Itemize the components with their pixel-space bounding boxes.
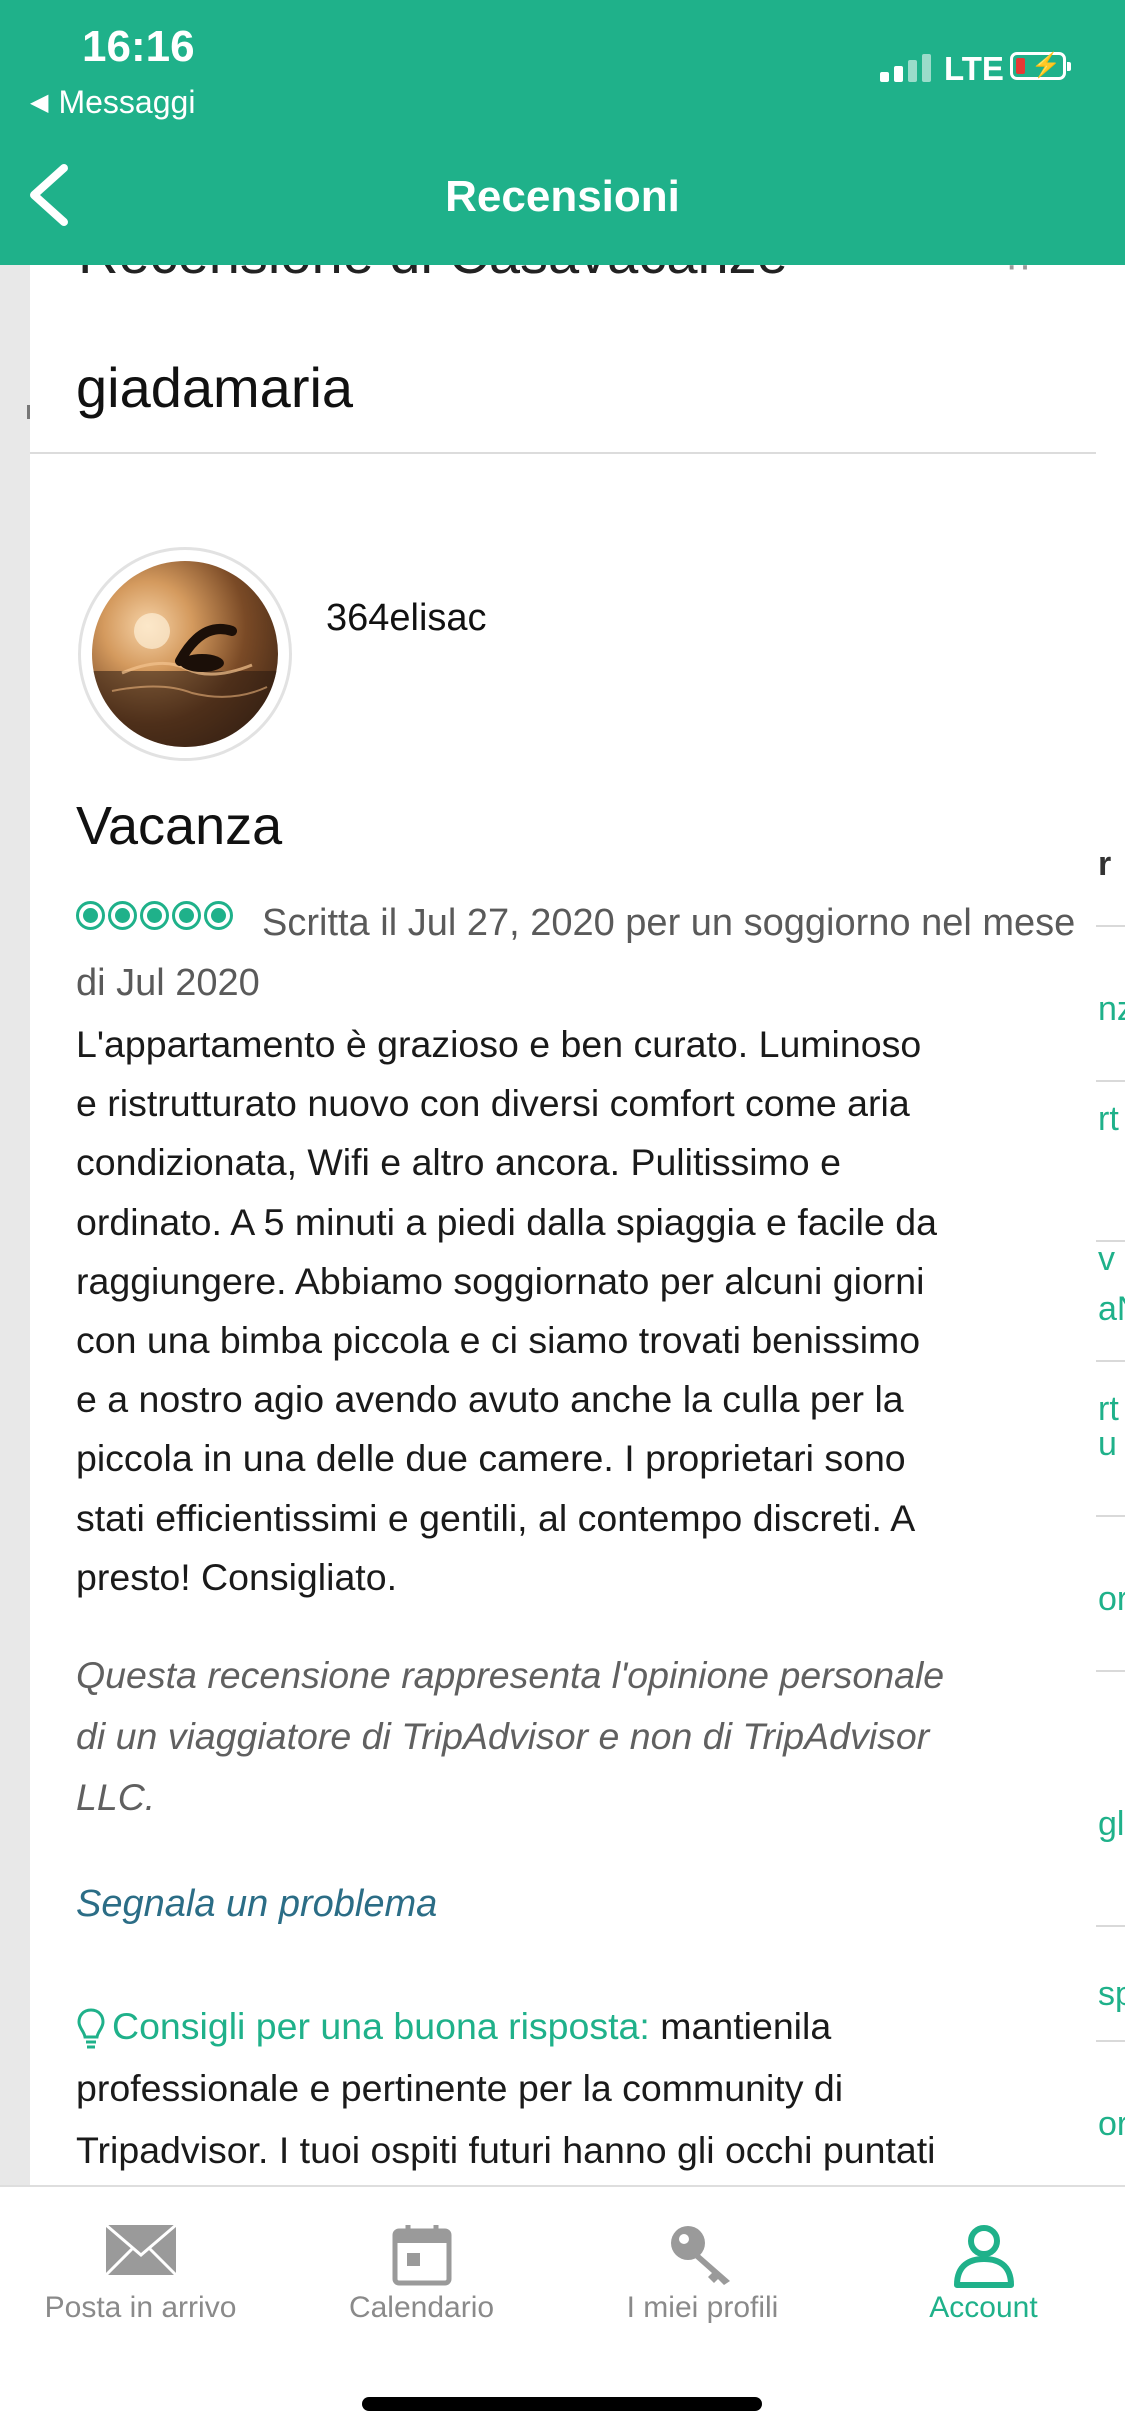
rating-bubble: [76, 901, 105, 930]
rating-bubble: [172, 901, 201, 930]
rating-bubble: [140, 901, 169, 930]
person-icon: [953, 2225, 1014, 2288]
tips-label: Consigli per una buona risposta:: [112, 2005, 650, 2047]
review-card: Recensione di Casavacanze ·· giadamaria …: [30, 265, 1096, 2185]
reviewer-username[interactable]: 364elisac: [326, 597, 487, 640]
envelope-icon: [104, 2223, 177, 2277]
avatar[interactable]: [78, 547, 292, 761]
close-icon[interactable]: ··: [1005, 265, 1032, 288]
back-to-app-link[interactable]: ◀ Messaggi: [30, 84, 195, 121]
home-indicator[interactable]: [362, 2397, 762, 2411]
tab-inbox[interactable]: Posta in arrivo: [0, 2187, 281, 2357]
tab-label: I miei profili: [626, 2291, 779, 2324]
rating-bubbles: [76, 901, 233, 930]
background-list: r nz rt v aN rt u or gl sp or: [1096, 265, 1125, 2185]
back-triangle-icon: ◀: [30, 89, 49, 116]
tab-label: Calendario: [348, 2291, 495, 2324]
back-app-label: Messaggi: [58, 84, 196, 120]
status-time: 16:16: [82, 22, 195, 71]
review-disclaimer: Questa recensione rappresenta l'opinione…: [76, 1654, 945, 1818]
card-title-cut: Recensione di Casavacanze: [78, 265, 788, 286]
calendar-icon: [392, 2225, 451, 2286]
divider: [30, 452, 1096, 454]
tab-label: Account: [929, 2291, 1038, 2324]
signal-icon: [880, 54, 931, 82]
app-header: 16:16 ◀ Messaggi LTE ⚡ Recensioni: [0, 0, 1125, 265]
lightbulb-icon: [77, 2008, 105, 2049]
review-title: Vacanza: [76, 796, 283, 856]
card-title: giadamaria: [76, 356, 354, 419]
network-type: LTE: [944, 50, 1004, 87]
rating-bubble: [108, 901, 137, 930]
battery-icon: ⚡: [1010, 52, 1071, 80]
key-icon: [670, 2226, 730, 2285]
rating-bubble: [204, 901, 233, 930]
tab-calendar[interactable]: Calendario: [281, 2187, 562, 2357]
swimmer-photo: [92, 561, 278, 747]
page-title: Recensioni: [445, 172, 680, 221]
tab-label: Posta in arrivo: [44, 2291, 237, 2324]
report-problem-link[interactable]: Segnala un problema: [76, 1883, 437, 1926]
response-tips: Consigli per una buona risposta: mantien…: [76, 1995, 1086, 2181]
tab-account[interactable]: Account: [843, 2187, 1124, 2357]
review-body: L'appartamento è grazioso e ben curato. …: [76, 1023, 937, 1598]
tab-my-profiles[interactable]: I miei profili: [562, 2187, 843, 2357]
